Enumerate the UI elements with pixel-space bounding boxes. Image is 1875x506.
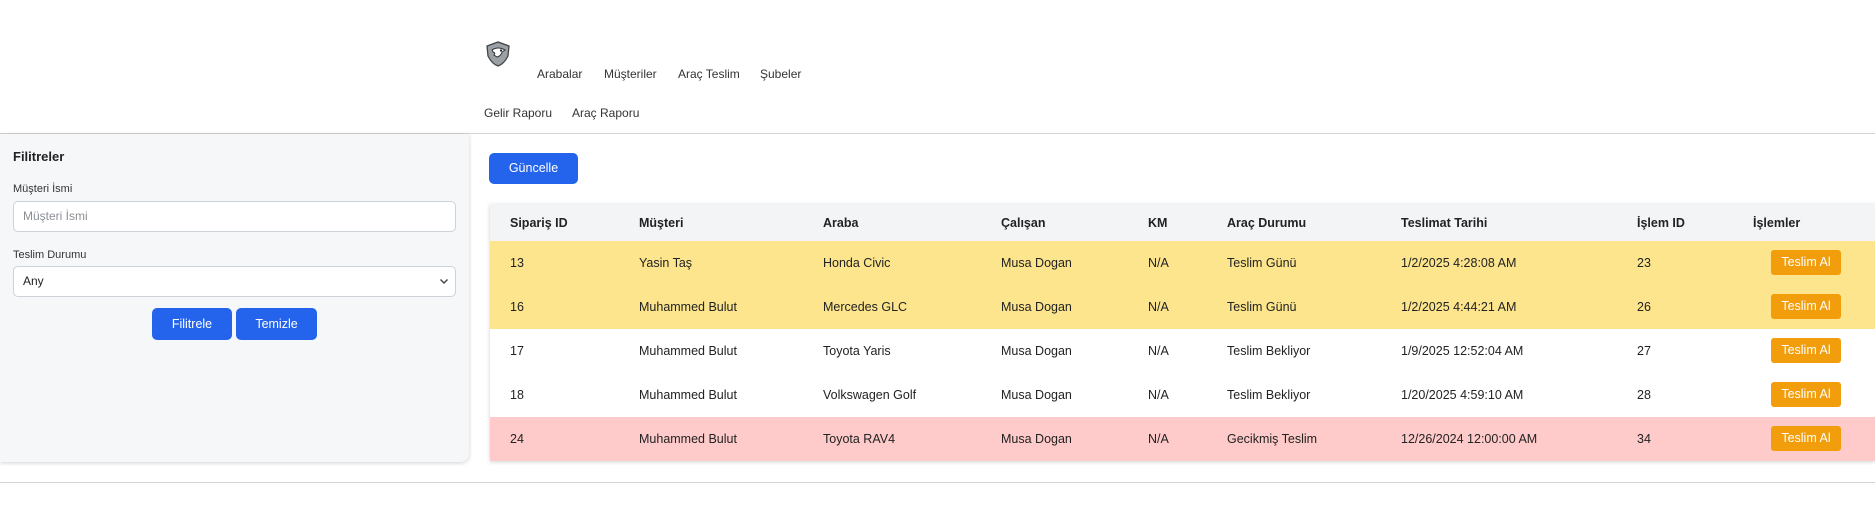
teslim-al-button[interactable]: Teslim Al: [1771, 426, 1841, 451]
column-header-islemler: İşlemler: [1753, 216, 1801, 230]
cell-km: N/A: [1148, 388, 1169, 402]
orders-table: Sipariş ID Müşteri Araba Çalışan KM Araç…: [490, 204, 1875, 461]
cell-islem-id: 27: [1637, 344, 1651, 358]
cell-km: N/A: [1148, 344, 1169, 358]
column-header-arac-durumu[interactable]: Araç Durumu: [1227, 216, 1306, 230]
teslim-al-button[interactable]: Teslim Al: [1771, 294, 1841, 319]
table-header: Sipariş ID Müşteri Araba Çalışan KM Araç…: [490, 204, 1875, 242]
column-header-calisan[interactable]: Çalışan: [1001, 216, 1045, 230]
chevron-down-icon: [439, 267, 449, 308]
cell-km: N/A: [1148, 256, 1169, 270]
cell-siparis-id: 13: [510, 256, 524, 270]
clear-button[interactable]: Temizle: [236, 308, 317, 340]
cell-calisan: Musa Dogan: [1001, 344, 1072, 358]
delivery-status-label: Teslim Durumu: [13, 249, 87, 261]
cell-teslimat-tarihi: 1/20/2025 4:59:10 AM: [1401, 388, 1524, 402]
cell-siparis-id: 16: [510, 300, 524, 314]
column-header-teslimat-tarihi[interactable]: Teslimat Tarihi: [1401, 216, 1487, 230]
teslim-al-button[interactable]: Teslim Al: [1771, 250, 1841, 275]
column-header-islem-id[interactable]: İşlem ID: [1637, 216, 1685, 230]
delivery-status-value: Any: [23, 274, 44, 288]
nav-link-subeler[interactable]: Şubeler: [760, 67, 801, 81]
cell-km: N/A: [1148, 300, 1169, 314]
cell-islem-id: 34: [1637, 432, 1651, 446]
cell-calisan: Musa Dogan: [1001, 256, 1072, 270]
cell-siparis-id: 18: [510, 388, 524, 402]
cell-arac-durumu: Teslim Günü: [1227, 300, 1297, 314]
cell-calisan: Musa Dogan: [1001, 388, 1072, 402]
customer-name-placeholder: Müşteri İsmi: [23, 209, 88, 223]
cell-musteri: Muhammed Bulut: [639, 300, 737, 314]
teslim-al-button[interactable]: Teslim Al: [1771, 338, 1841, 363]
column-header-siparis-id[interactable]: Sipariş ID: [510, 216, 568, 230]
cell-islem-id: 23: [1637, 256, 1651, 270]
filter-title: Filitreler: [13, 149, 65, 164]
nav-link-musteriler[interactable]: Müşteriler: [604, 67, 657, 81]
cell-arac-durumu: Teslim Bekliyor: [1227, 388, 1311, 402]
delivery-status-select[interactable]: Any: [13, 266, 456, 297]
filter-button[interactable]: Filitrele: [152, 308, 232, 340]
cell-musteri: Muhammed Bulut: [639, 388, 737, 402]
cell-arac-durumu: Teslim Günü: [1227, 256, 1297, 270]
cell-km: N/A: [1148, 432, 1169, 446]
footer-divider: [0, 482, 1875, 483]
table-row[interactable]: 16 Muhammed Bulut Mercedes GLC Musa Doga…: [490, 285, 1875, 329]
cell-araba: Toyota RAV4: [823, 432, 896, 446]
cell-araba: Toyota Yaris: [823, 344, 891, 358]
column-header-musteri[interactable]: Müşteri: [639, 216, 683, 230]
customer-name-input[interactable]: Müşteri İsmi: [13, 201, 456, 232]
filter-sidebar: Filitreler Müşteri İsmi Müşteri İsmi Tes…: [0, 134, 469, 462]
eagle-shield-logo-icon[interactable]: [484, 40, 512, 68]
nav-link-gelir-raporu[interactable]: Gelir Raporu: [484, 106, 552, 120]
table-row[interactable]: 24 Muhammed Bulut Toyota RAV4 Musa Dogan…: [490, 417, 1875, 461]
column-header-km[interactable]: KM: [1148, 216, 1167, 230]
cell-musteri: Muhammed Bulut: [639, 344, 737, 358]
customer-name-label: Müşteri İsmi: [13, 183, 73, 195]
nav-link-arac-raporu[interactable]: Araç Raporu: [572, 106, 639, 120]
table-row[interactable]: 18 Muhammed Bulut Volkswagen Golf Musa D…: [490, 373, 1875, 417]
cell-calisan: Musa Dogan: [1001, 300, 1072, 314]
cell-araba: Honda Civic: [823, 256, 891, 270]
cell-siparis-id: 24: [510, 432, 524, 446]
cell-teslimat-tarihi: 12/26/2024 12:00:00 AM: [1401, 432, 1538, 446]
cell-musteri: Yasin Taş: [639, 256, 693, 270]
cell-arac-durumu: Gecikmiş Teslim: [1227, 432, 1318, 446]
cell-islem-id: 28: [1637, 388, 1651, 402]
nav-link-arabalar[interactable]: Arabalar: [537, 67, 582, 81]
cell-islem-id: 26: [1637, 300, 1651, 314]
cell-teslimat-tarihi: 1/9/2025 12:52:04 AM: [1401, 344, 1524, 358]
update-button[interactable]: Güncelle: [489, 153, 578, 184]
cell-araba: Mercedes GLC: [823, 300, 908, 314]
cell-teslimat-tarihi: 1/2/2025 4:44:21 AM: [1401, 300, 1517, 314]
nav-link-arac-teslim[interactable]: Araç Teslim: [678, 67, 740, 81]
column-header-araba[interactable]: Araba: [823, 216, 858, 230]
table-row[interactable]: 17 Muhammed Bulut Toyota Yaris Musa Doga…: [490, 329, 1875, 373]
cell-arac-durumu: Teslim Bekliyor: [1227, 344, 1311, 358]
cell-calisan: Musa Dogan: [1001, 432, 1072, 446]
teslim-al-button[interactable]: Teslim Al: [1771, 382, 1841, 407]
cell-siparis-id: 17: [510, 344, 524, 358]
cell-araba: Volkswagen Golf: [823, 388, 917, 402]
cell-teslimat-tarihi: 1/2/2025 4:28:08 AM: [1401, 256, 1517, 270]
table-row[interactable]: 13 Yasin Taş Honda Civic Musa Dogan N/A …: [490, 241, 1875, 285]
cell-musteri: Muhammed Bulut: [639, 432, 737, 446]
